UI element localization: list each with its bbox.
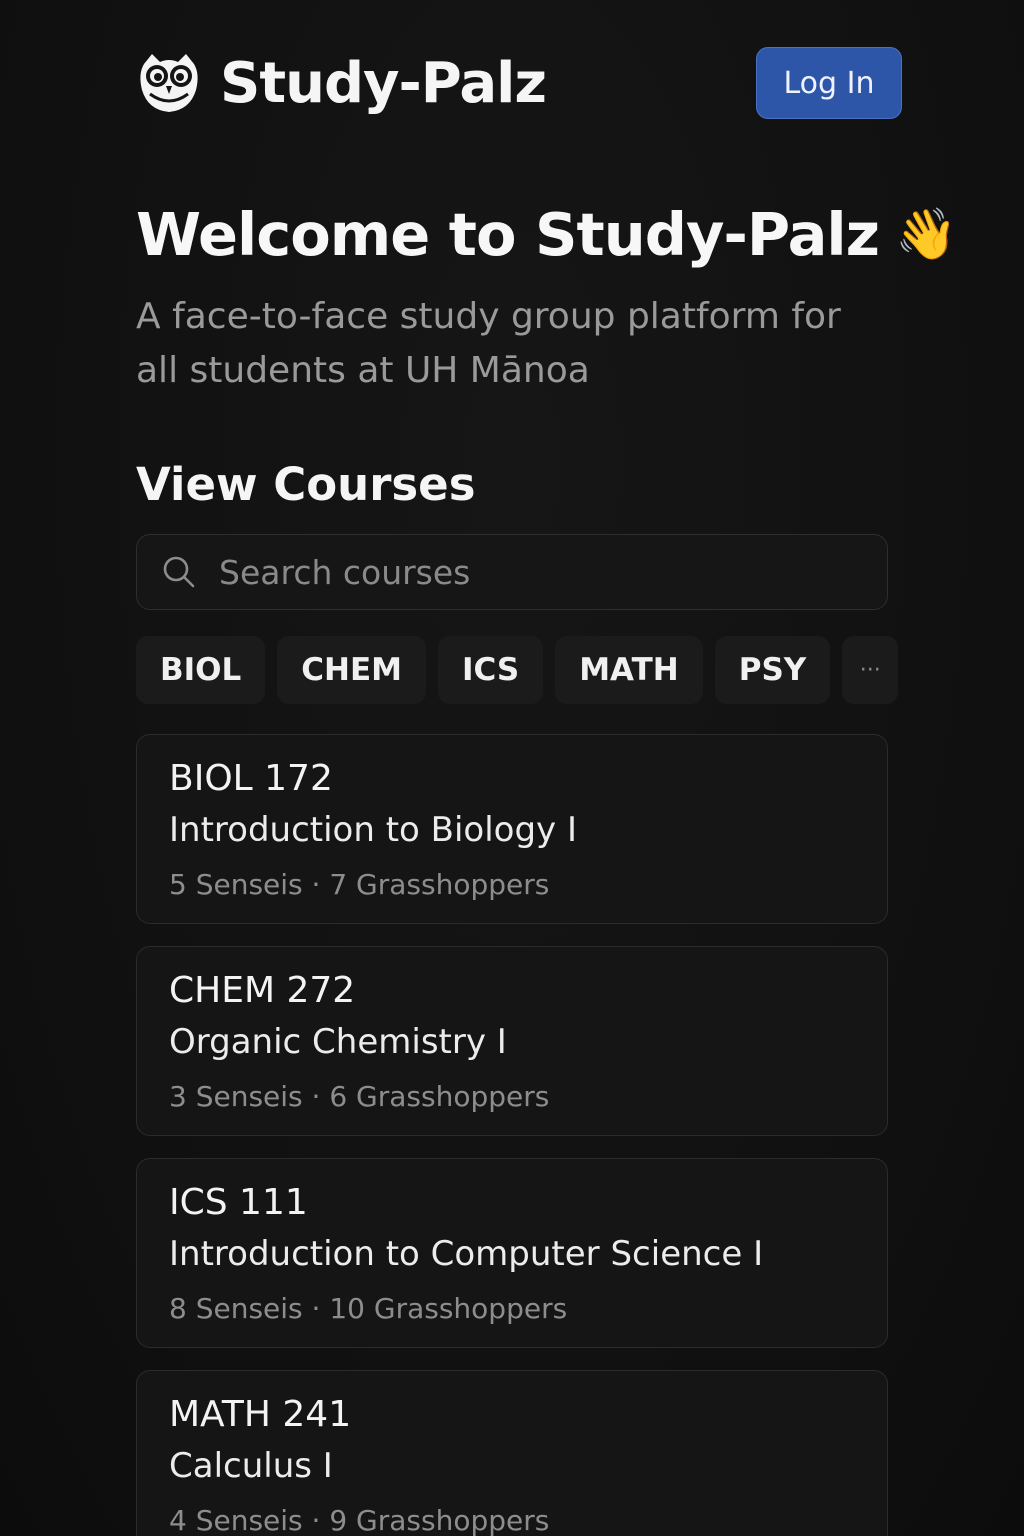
filter-chip-psy[interactable]: PSY bbox=[714, 636, 831, 704]
filter-chip-math[interactable]: MATH bbox=[555, 636, 703, 704]
view-courses-heading: View Courses bbox=[136, 458, 476, 511]
hero-subtitle: A face-to-face study group platform for … bbox=[136, 290, 896, 398]
course-members: 8 Senseis · 10 Grasshoppers bbox=[169, 1292, 568, 1325]
owl-icon bbox=[136, 50, 202, 116]
search-icon bbox=[161, 554, 197, 590]
course-code: ICS 111 bbox=[169, 1182, 308, 1223]
course-card-chem-272[interactable]: CHEM 272 Organic Chemistry I 3 Senseis ·… bbox=[136, 946, 888, 1136]
hero-title-text: Welcome to Study-Palz bbox=[136, 200, 880, 269]
brand[interactable]: Study-Palz bbox=[136, 50, 547, 116]
page: Study-Palz Log In Welcome to Study-Palz … bbox=[0, 0, 1024, 1536]
course-name: Organic Chemistry I bbox=[169, 1022, 507, 1062]
hero-subtitle-line1: A face-to-face study group platform for bbox=[136, 296, 841, 337]
search-input[interactable] bbox=[219, 552, 839, 592]
filter-chip-biol[interactable]: BIOL bbox=[136, 636, 266, 704]
brand-name: Study-Palz bbox=[220, 50, 547, 116]
hero-subtitle-line2: all students at UH Mānoa bbox=[136, 350, 590, 391]
course-card-math-241[interactable]: MATH 241 Calculus I 4 Senseis · 9 Grassh… bbox=[136, 1370, 888, 1536]
course-code: CHEM 272 bbox=[169, 970, 356, 1011]
course-card-biol-172[interactable]: BIOL 172 Introduction to Biology I 5 Sen… bbox=[136, 734, 888, 924]
course-name: Introduction to Biology I bbox=[169, 810, 577, 850]
top-bar: Study-Palz Log In bbox=[136, 46, 902, 120]
login-button[interactable]: Log In bbox=[756, 47, 902, 119]
more-filters-icon[interactable]: ··· bbox=[842, 636, 899, 704]
search-bar[interactable] bbox=[136, 534, 888, 610]
filter-chip-ics[interactable]: ICS bbox=[438, 636, 544, 704]
hero-title: Welcome to Study-Palz 👋 bbox=[136, 200, 957, 269]
course-members: 3 Senseis · 6 Grasshoppers bbox=[169, 1080, 550, 1113]
course-name: Introduction to Computer Science I bbox=[169, 1234, 764, 1274]
course-members: 5 Senseis · 7 Grasshoppers bbox=[169, 868, 550, 901]
course-code: BIOL 172 bbox=[169, 758, 333, 799]
subject-filter-chips: BIOL CHEM ICS MATH PSY ··· bbox=[136, 636, 899, 704]
waving-hand-icon: 👋 bbox=[894, 205, 957, 263]
filter-chip-chem[interactable]: CHEM bbox=[277, 636, 427, 704]
course-name: Calculus I bbox=[169, 1446, 333, 1486]
course-card-ics-111[interactable]: ICS 111 Introduction to Computer Science… bbox=[136, 1158, 888, 1348]
course-members: 4 Senseis · 9 Grasshoppers bbox=[169, 1504, 550, 1536]
course-code: MATH 241 bbox=[169, 1394, 352, 1435]
